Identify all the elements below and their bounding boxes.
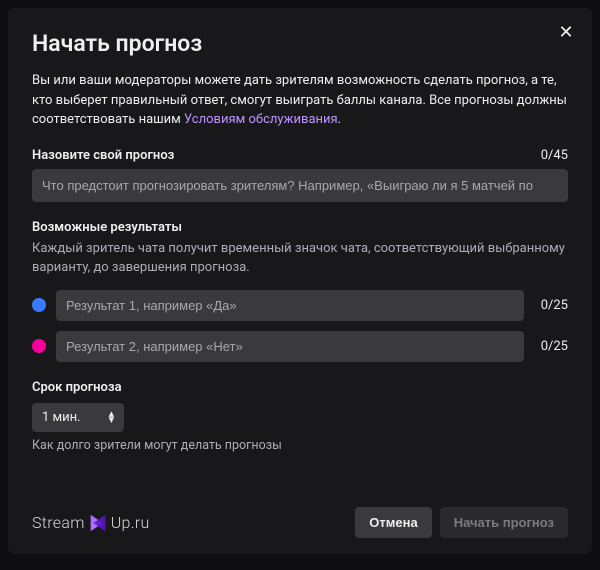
duration-select[interactable]: 1 мин. ▴▾ [32, 403, 124, 432]
terms-link[interactable]: Условиям обслуживания [184, 112, 338, 127]
outcomes-hint: Каждый зритель чата получит временный зн… [32, 239, 568, 278]
play-icon [87, 512, 109, 534]
outcomes-section: Возможные результаты Каждый зритель чата… [32, 220, 568, 362]
outcome-color-dot-pink [32, 339, 46, 353]
modal-title: Начать прогноз [32, 30, 568, 57]
outcome-1-counter: 0/25 [534, 298, 568, 313]
start-prediction-modal: ✕ Начать прогноз Вы или ваши модераторы … [8, 8, 592, 554]
outcome-color-dot-blue [32, 298, 46, 312]
outcome-2-counter: 0/25 [534, 339, 568, 354]
outcome-2-input[interactable] [56, 331, 524, 362]
modal-description: Вы или ваши модераторы можете дать зрите… [32, 71, 568, 130]
prediction-name-label: Назовите свой прогноз [32, 148, 174, 163]
prediction-name-input[interactable] [32, 169, 568, 202]
outcome-row: 0/25 [32, 290, 568, 321]
duration-value: 1 мин. [42, 410, 81, 425]
chevron-updown-icon: ▴▾ [109, 411, 115, 423]
outcome-1-input[interactable] [56, 290, 524, 321]
duration-section: Срок прогноза 1 мин. ▴▾ Как долго зрител… [32, 380, 568, 453]
duration-label: Срок прогноза [32, 380, 568, 395]
cancel-button[interactable]: Отмена [355, 507, 431, 538]
outcomes-label: Возможные результаты [32, 220, 568, 235]
outcome-row: 0/25 [32, 331, 568, 362]
close-button[interactable]: ✕ [554, 20, 578, 44]
prediction-name-counter: 0/45 [541, 148, 568, 163]
duration-hint: Как долго зрители могут делать прогнозы [32, 438, 568, 453]
close-icon: ✕ [558, 22, 573, 43]
modal-footer: Stream Up.ru Отмена Начать прогноз [32, 507, 568, 538]
prediction-name-section: Назовите свой прогноз 0/45 [32, 148, 568, 202]
start-prediction-button[interactable]: Начать прогноз [440, 507, 568, 538]
streamup-logo: Stream Up.ru [32, 512, 150, 534]
